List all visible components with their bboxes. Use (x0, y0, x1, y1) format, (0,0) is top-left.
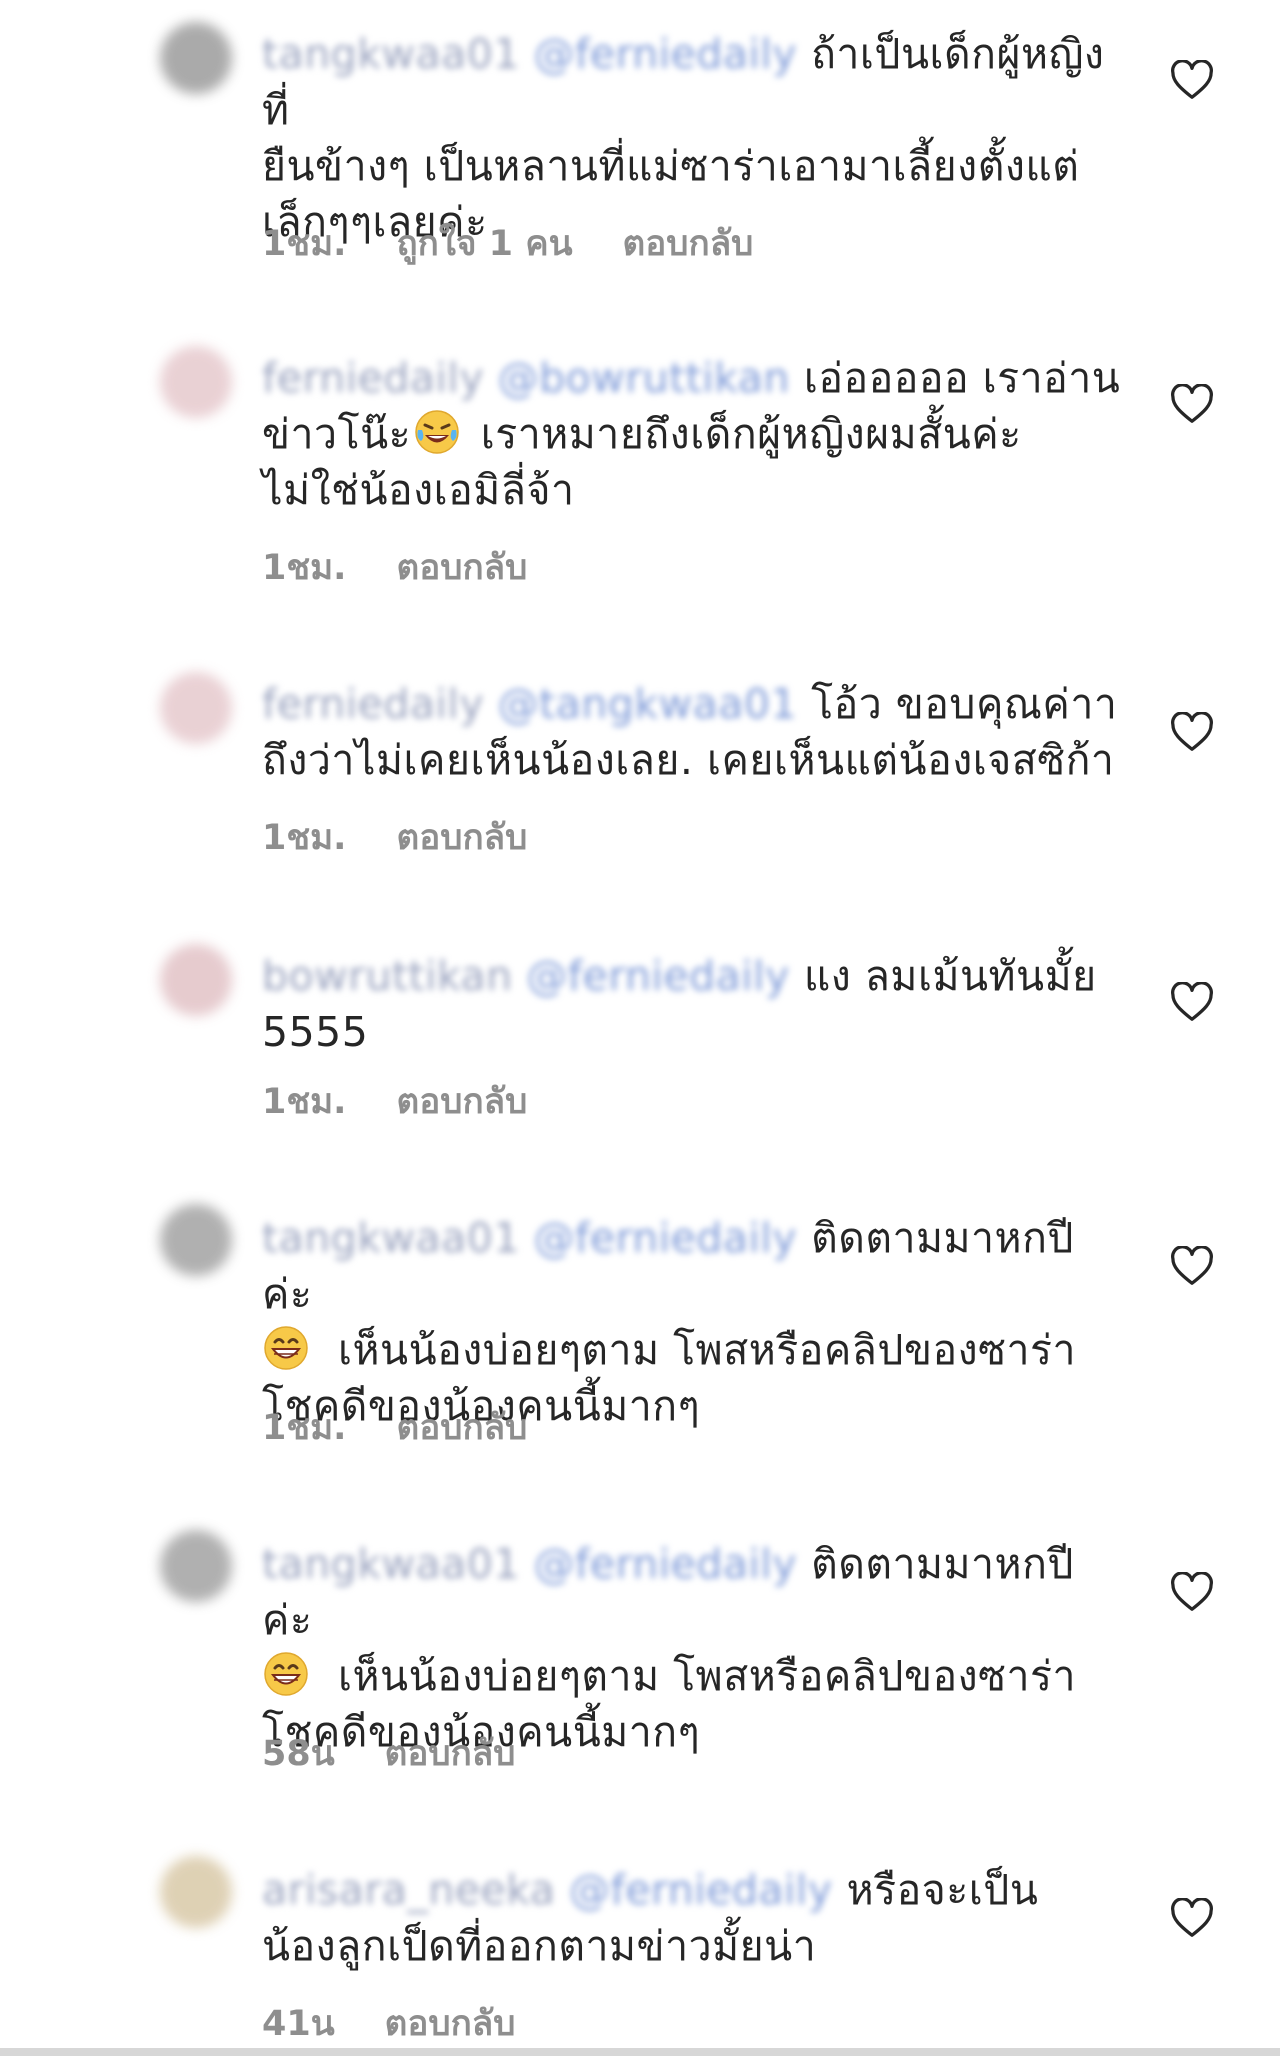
comment-time: 1ชม. (262, 1408, 347, 1448)
mention-link[interactable]: @ferniedaily (533, 1214, 797, 1262)
avatar[interactable] (160, 1204, 232, 1276)
comment-time: 41น (262, 2004, 335, 2044)
comment-time: 1ชม. (262, 548, 347, 588)
mention-link[interactable]: @ferniedaily (569, 1866, 833, 1914)
avatar[interactable] (160, 1856, 232, 1928)
like-heart-icon[interactable] (1170, 1572, 1214, 1612)
grinning-emoji (264, 1326, 308, 1370)
comment-text: arisara_neeka @ferniedaily หรือจะเป็น น้อ… (262, 1866, 1039, 1970)
comment-username[interactable]: ferniedaily @tangkwaa01 (262, 680, 797, 728)
comment-meta: 1ชม. ตอบกลับ (262, 540, 527, 595)
avatar[interactable] (160, 346, 232, 418)
comment-username[interactable]: bowruttikan @ferniedaily (262, 952, 790, 1000)
comment-meta: 1ชม. ถูกใจ 1 คน ตอบกลับ (262, 216, 753, 271)
like-heart-icon[interactable] (1170, 712, 1214, 752)
avatar[interactable] (160, 22, 232, 94)
like-heart-icon[interactable] (1170, 60, 1214, 100)
reply-button[interactable]: ตอบกลับ (385, 1996, 516, 2051)
comment-username[interactable]: tangkwaa01 @ferniedaily (262, 1540, 797, 1588)
mention-link[interactable]: @ferniedaily (533, 1540, 797, 1588)
avatar[interactable] (160, 1530, 232, 1602)
reply-button[interactable]: ตอบกลับ (396, 1074, 527, 1129)
comment-username[interactable]: tangkwaa01 @ferniedaily (262, 1214, 797, 1262)
like-heart-icon[interactable] (1170, 384, 1214, 424)
comment-text: ferniedaily @bowruttikan เอ่อออออ เราอ่าน… (262, 354, 1121, 514)
comment-username[interactable]: arisara_neeka @ferniedaily (262, 1866, 833, 1914)
mention-link[interactable]: @tangkwaa01 (498, 680, 797, 728)
reply-button[interactable]: ตอบกลับ (396, 540, 527, 595)
comment-time: 1ชม. (262, 818, 347, 858)
grinning-emoji (264, 1652, 308, 1696)
avatar[interactable] (160, 944, 232, 1016)
comment-text: bowruttikan @ferniedaily แง ลมเม้นทันมั้ย… (262, 952, 1097, 1056)
comment-text: ferniedaily @tangkwaa01 โอ้ว ขอบคุณค่าา ถ… (262, 680, 1118, 784)
reply-button[interactable]: ตอบกลับ (385, 1726, 516, 1781)
bottom-divider (0, 2048, 1280, 2056)
reply-button[interactable]: ตอบกลับ (623, 216, 754, 271)
comment-username[interactable]: ferniedaily @bowruttikan (262, 354, 790, 402)
comment-meta: 58น ตอบกลับ (262, 1726, 515, 1781)
reply-button[interactable]: ตอบกลับ (396, 810, 527, 865)
comment-meta: 41น ตอบกลับ (262, 1996, 515, 2051)
mention-link[interactable]: @bowruttikan (498, 354, 790, 402)
mention-link[interactable]: @ferniedaily (533, 30, 797, 78)
comment-time: 1ชม. (262, 1082, 347, 1122)
laughing-tears-emoji (415, 410, 459, 454)
comment-username[interactable]: tangkwaa01 @ferniedaily (262, 30, 797, 78)
like-count[interactable]: ถูกใจ 1 คน (396, 216, 572, 271)
comment-meta: 1ชม. ตอบกลับ (262, 810, 527, 865)
mention-link[interactable]: @ferniedaily (526, 952, 790, 1000)
reply-button[interactable]: ตอบกลับ (396, 1400, 527, 1455)
like-heart-icon[interactable] (1170, 982, 1214, 1022)
comment-thread: tangkwaa01 @ferniedaily ถ้าเป็นเด็กผู้หญิ… (0, 0, 1280, 2056)
comment-meta: 1ชม. ตอบกลับ (262, 1074, 527, 1129)
comment-time: 1ชม. (262, 224, 347, 264)
like-heart-icon[interactable] (1170, 1246, 1214, 1286)
avatar[interactable] (160, 672, 232, 744)
comment-meta: 1ชม. ตอบกลับ (262, 1400, 527, 1455)
like-heart-icon[interactable] (1170, 1898, 1214, 1938)
comment-time: 58น (262, 1734, 335, 1774)
